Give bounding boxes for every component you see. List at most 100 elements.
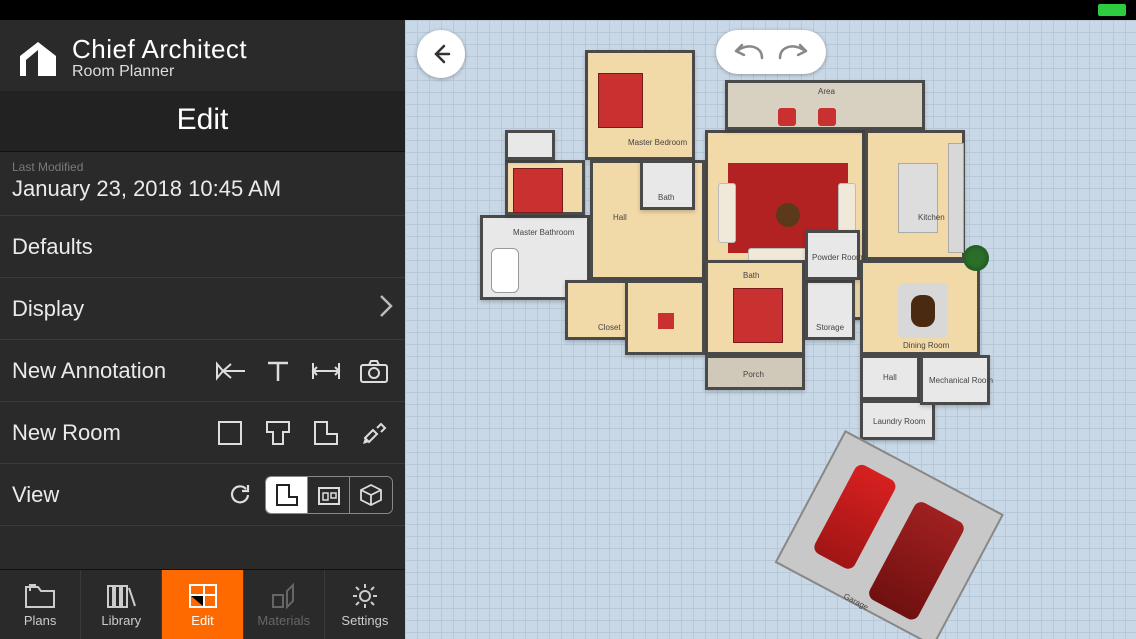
bed: [598, 73, 643, 128]
tab-plans[interactable]: Plans: [0, 570, 81, 639]
text-annotation-icon[interactable]: [259, 352, 297, 390]
tab-settings[interactable]: Settings: [325, 570, 405, 639]
bottom-tab-bar: Plans Library Edit Materials Settings: [0, 569, 405, 639]
room-powder[interactable]: Powder Room: [805, 230, 860, 280]
t-room-icon[interactable]: [259, 414, 297, 452]
brand-subtitle: Room Planner: [72, 63, 247, 81]
room-label: Powder Room: [812, 253, 863, 262]
undo-redo-control: [716, 30, 826, 74]
room-small[interactable]: [625, 280, 705, 355]
room-label: Kitchen: [918, 213, 945, 222]
room-label: Master Bathroom: [513, 228, 574, 237]
room-label: Bath: [743, 271, 759, 280]
car-truck: [866, 499, 966, 622]
sofa-left: [718, 183, 736, 243]
room-area[interactable]: Area: [725, 80, 925, 130]
last-modified-row[interactable]: Last Modified January 23, 2018 10:45 AM: [0, 152, 405, 216]
room-label: Mechanical Room: [929, 376, 993, 385]
defaults-row[interactable]: Defaults: [0, 216, 405, 278]
bed: [733, 288, 783, 343]
back-button[interactable]: [417, 30, 465, 78]
kitchen-island: [898, 163, 938, 233]
view-label: View: [12, 482, 221, 508]
new-annotation-label: New Annotation: [12, 358, 211, 384]
room-bedroom-3[interactable]: Bath: [705, 260, 805, 355]
room-kitchen[interactable]: Kitchen: [865, 130, 965, 260]
chevron-right-icon: [379, 293, 393, 325]
room-bedroom-2[interactable]: [505, 160, 585, 215]
plant: [963, 245, 989, 271]
room-garage[interactable]: Garage: [775, 430, 1004, 639]
room-label: Dining Room: [903, 341, 949, 350]
main-area: Chief Architect Room Planner Edit Last M…: [0, 20, 1136, 639]
brand-logo-icon: [16, 36, 60, 80]
new-room-row: New Room: [0, 402, 405, 464]
tab-materials-label: Materials: [257, 613, 310, 628]
room-label: Storage: [816, 323, 844, 332]
room-label: Porch: [743, 370, 764, 379]
undo-button[interactable]: [728, 38, 768, 66]
last-modified-label: Last Modified: [12, 160, 83, 174]
room-label: Laundry Room: [873, 417, 925, 426]
view-row: View: [0, 464, 405, 526]
display-row[interactable]: Display: [0, 278, 405, 340]
brand-header: Chief Architect Room Planner: [0, 20, 405, 91]
chair: [818, 108, 836, 126]
room-storage[interactable]: Storage: [805, 280, 855, 340]
new-annotation-row: New Annotation: [0, 340, 405, 402]
room-master-bedroom[interactable]: Master Bedroom: [585, 50, 695, 160]
edit-menu: Last Modified January 23, 2018 10:45 AM …: [0, 152, 405, 569]
counter: [948, 143, 964, 253]
room-label: Bath: [658, 193, 674, 202]
view-2d-button[interactable]: [266, 477, 308, 513]
chair: [778, 108, 796, 126]
tab-plans-label: Plans: [24, 613, 57, 628]
tab-library-label: Library: [101, 613, 141, 628]
room-mechanical[interactable]: Mechanical Room: [920, 355, 990, 405]
square-room-icon[interactable]: [211, 414, 249, 452]
sidebar: Chief Architect Room Planner Edit Last M…: [0, 20, 405, 639]
room-label: Hall: [613, 213, 627, 222]
room-porch[interactable]: Porch: [705, 355, 805, 390]
tab-edit-label: Edit: [191, 613, 213, 628]
app-root: Chief Architect Room Planner Edit Last M…: [0, 0, 1136, 639]
tab-settings-label: Settings: [341, 613, 388, 628]
brand-title: Chief Architect: [72, 34, 247, 65]
floorplan: Great Room Area Kitchen Master Bed: [405, 20, 1136, 639]
room-label: Garage: [842, 592, 870, 612]
custom-room-icon[interactable]: [355, 414, 393, 452]
display-label: Display: [12, 296, 379, 322]
panel-title: Edit: [0, 91, 405, 152]
room-label: Master Bedroom: [628, 138, 687, 147]
last-modified-value: January 23, 2018 10:45 AM: [12, 176, 281, 202]
tab-library[interactable]: Library: [81, 570, 162, 639]
room-bath[interactable]: Bath: [640, 160, 695, 210]
tab-materials[interactable]: Materials: [244, 570, 325, 639]
new-room-label: New Room: [12, 420, 211, 446]
room-label: Closet: [598, 323, 621, 332]
camera-annotation-icon[interactable]: [355, 352, 393, 390]
bed: [513, 168, 563, 213]
l-room-icon[interactable]: [307, 414, 345, 452]
tub: [491, 248, 519, 293]
room-bath-small[interactable]: [505, 130, 555, 160]
dimension-annotation-icon[interactable]: [307, 352, 345, 390]
redo-button[interactable]: [774, 38, 814, 66]
room-label: Hall: [883, 373, 897, 382]
refresh-view-icon[interactable]: [221, 476, 259, 514]
view-elevation-button[interactable]: [308, 477, 350, 513]
floorplan-canvas[interactable]: Great Room Area Kitchen Master Bed: [405, 20, 1136, 639]
view-mode-segmented: [265, 476, 393, 514]
room-laundry[interactable]: Laundry Room: [860, 400, 935, 440]
chair: [658, 313, 674, 329]
brand-text: Chief Architect Room Planner: [72, 34, 247, 81]
room-hall-2[interactable]: Hall: [860, 355, 920, 400]
car-sports: [812, 462, 899, 571]
status-bar: [0, 0, 1136, 20]
arrow-annotation-icon[interactable]: [211, 352, 249, 390]
tab-edit[interactable]: Edit: [162, 570, 243, 639]
room-label: Area: [818, 87, 835, 96]
view-3d-button[interactable]: [350, 477, 392, 513]
defaults-label: Defaults: [12, 234, 393, 260]
room-dining[interactable]: Dining Room: [860, 260, 980, 355]
